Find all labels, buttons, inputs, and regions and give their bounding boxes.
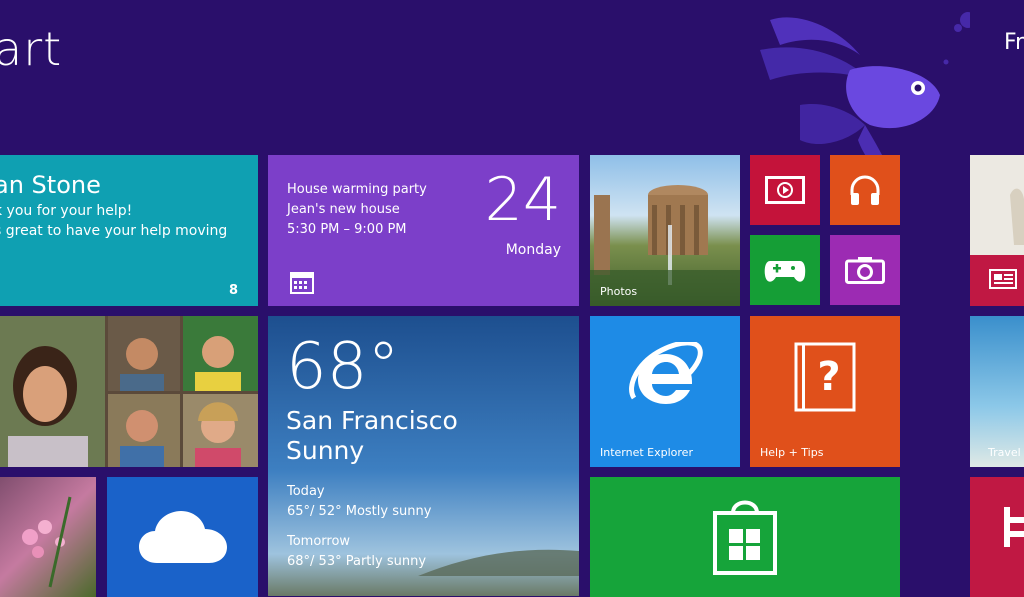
ie-logo-icon (629, 342, 703, 404)
photos-tile[interactable]: Photos (590, 155, 740, 306)
weather-temperature: 68° (286, 330, 400, 404)
people-tile[interactable] (0, 316, 258, 467)
calendar-day-number: 24 (484, 165, 561, 235)
svg-text:?: ? (817, 354, 840, 400)
calendar-event-location: Jean's new house (287, 202, 400, 217)
internet-explorer-tile[interactable]: Internet Explorer (590, 316, 740, 467)
onedrive-tile[interactable] (107, 477, 258, 597)
photos-label: Photos (600, 285, 638, 298)
help-tips-label: Help + Tips (760, 446, 824, 459)
news-tile[interactable] (970, 155, 1024, 306)
travel-tile[interactable]: Travel (970, 316, 1024, 467)
store-tile[interactable] (590, 477, 900, 597)
xbox-controller-icon (764, 261, 806, 282)
games-tile[interactable] (750, 235, 820, 305)
mail-unread-count: 8 (228, 283, 238, 298)
camera-tile[interactable] (830, 235, 900, 305)
weather-tile[interactable]: 68° San Francisco Sunny Today 65°/ 52° M… (268, 316, 579, 596)
news-photo (970, 155, 1024, 306)
mail-tile[interactable]: an Stone k you for your help! s great to… (0, 155, 258, 306)
weather-city: San Francisco (286, 406, 458, 435)
palace-photo (590, 185, 740, 306)
flower-image (22, 496, 72, 588)
help-book-icon: ? (794, 342, 856, 412)
calendar-event-time: 5:30 PM – 9:00 PM (287, 222, 407, 237)
cloud-icon (139, 511, 227, 563)
photo-flower-tile[interactable] (0, 477, 96, 597)
mail-preview-line-1: k you for your help! (0, 203, 133, 219)
start-title: art (0, 22, 63, 76)
video-icon (765, 176, 805, 204)
mountain-silhouette (418, 549, 579, 576)
calendar-weekday: Monday (505, 242, 561, 258)
calendar-icon (290, 272, 314, 294)
headphones-icon (850, 175, 880, 205)
travel-label: Travel (988, 446, 1021, 459)
weather-today-label: Today (287, 484, 325, 499)
help-tips-tile[interactable]: ? Help + Tips (750, 316, 900, 467)
calendar-tile[interactable]: House warming party Jean's new house 5:3… (268, 155, 579, 306)
store-bag-icon (713, 500, 777, 575)
people-photos (0, 316, 258, 467)
mail-sender: an Stone (0, 171, 101, 199)
app-glyph-icon (1004, 507, 1024, 547)
internet-explorer-label: Internet Explorer (600, 446, 693, 459)
weather-condition: Sunny (286, 436, 365, 465)
video-tile[interactable] (750, 155, 820, 225)
weather-today-forecast: 65°/ 52° Mostly sunny (287, 504, 432, 519)
user-name[interactable]: Fr (1004, 30, 1024, 55)
music-tile[interactable] (830, 155, 900, 225)
mail-preview-line-2: s great to have your help moving (0, 223, 228, 239)
camera-icon (845, 257, 885, 284)
red-app-tile[interactable] (970, 477, 1024, 597)
calendar-event-title: House warming party (287, 182, 427, 197)
